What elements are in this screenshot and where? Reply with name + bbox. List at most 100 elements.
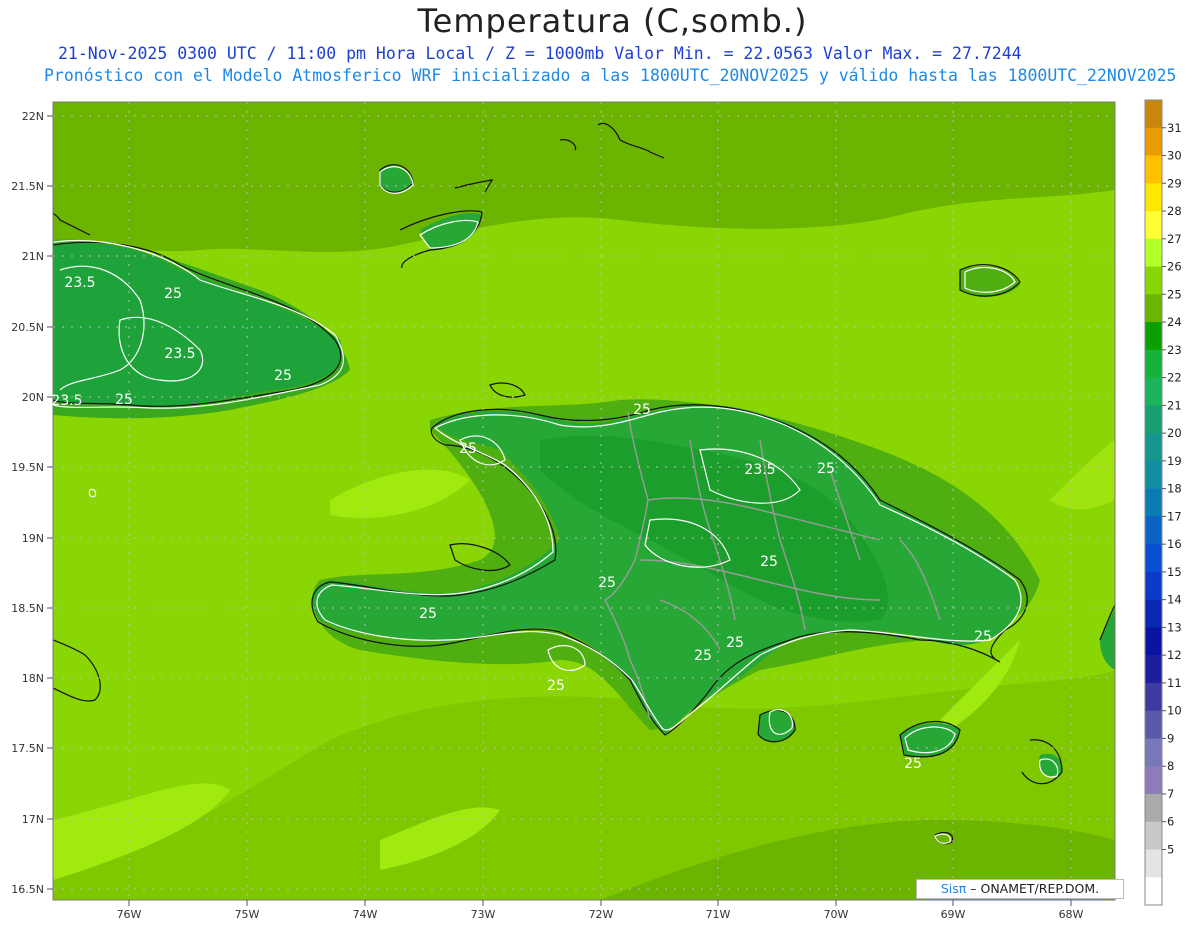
lon-tick-label: 69W [941, 908, 966, 921]
colorbar-level-label: 12 [1167, 648, 1182, 662]
contour-label: 25 [419, 606, 437, 622]
colorbar-level-label: 6 [1167, 815, 1174, 829]
lon-tick-label: 75W [235, 908, 260, 921]
lon-tick-label: 68W [1059, 908, 1084, 921]
colorbar-level-label: 25 [1167, 287, 1182, 301]
temperature-colorbar: 31 30 29 28 27 26 25 24 23 22 21 20 19 18 17 16 15 14 13 12… [1144, 99, 1182, 906]
contour-label: 25 [974, 629, 992, 645]
credit-text: – ONAMET/REP.DOM. [966, 881, 1100, 896]
contour-label: 25 [598, 575, 616, 591]
colorbar-swatch [1145, 627, 1162, 656]
contour-label: 25 [115, 392, 133, 408]
colorbar-swatch [1145, 488, 1162, 517]
colorbar-swatch [1145, 211, 1162, 240]
contour-label: 25 [459, 441, 477, 457]
contour-label: 25 [633, 402, 651, 418]
colorbar-swatch [1145, 766, 1162, 795]
lon-tick-label: 76W [117, 908, 142, 921]
lat-tick-label: 18N [22, 672, 44, 685]
lat-tick-label: 21N [22, 250, 44, 263]
contour-label: 23.5 [64, 275, 95, 291]
colorbar-level-label: 13 [1167, 620, 1182, 634]
colorbar-swatch [1145, 349, 1162, 378]
colorbar-swatch [1145, 405, 1162, 434]
colorbar-swatch [1145, 599, 1162, 628]
colorbar-swatch [1145, 433, 1162, 462]
colorbar-swatch [1145, 238, 1162, 267]
colorbar-level-label: 22 [1167, 371, 1182, 385]
lon-tick-label: 71W [706, 908, 731, 921]
run-info-line: 21-Nov-2025 0300 UTC / 11:00 pm Hora Loc… [58, 44, 1022, 63]
colorbar-swatch [1145, 516, 1162, 545]
colorbar-swatch [1145, 266, 1162, 295]
contour-label: 25 [164, 286, 182, 302]
lon-tick-label: 73W [471, 908, 496, 921]
colorbar-swatch [1145, 849, 1162, 878]
colorbar-level-label: 14 [1167, 593, 1182, 607]
contour-label: 25 [547, 678, 565, 694]
colorbar-level-label: 5 [1167, 842, 1174, 856]
contour-label: 23.5 [744, 462, 775, 478]
colorbar-swatch [1145, 460, 1162, 489]
colorbar-level-label: 7 [1167, 787, 1174, 801]
colorbar-swatch [1145, 571, 1162, 600]
colorbar-swatch [1145, 322, 1162, 351]
lon-tick-label: 74W [353, 908, 378, 921]
colorbar-swatch [1145, 127, 1162, 156]
colorbar-level-label: 24 [1167, 315, 1182, 329]
colorbar-level-label: 31 [1167, 121, 1182, 135]
colorbar-swatch [1145, 294, 1162, 323]
colorbar-level-label: 28 [1167, 204, 1182, 218]
colorbar-level-label: 27 [1167, 232, 1182, 246]
model-info-line: Pronóstico con el Modelo Atmosferico WRF… [44, 66, 1177, 85]
forecast-map: 23.5 25 23.5 25 23.5 25 25 25 23.5 25 25 25 25 25 25 25… [0, 95, 1200, 927]
lat-tick-label: 21.5N [11, 180, 44, 193]
map-title: Temperatura (C,somb.) [417, 2, 808, 40]
colorbar-level-label: 9 [1167, 731, 1174, 745]
colorbar-swatch [1145, 100, 1162, 129]
lat-tick-label: 20.5N [11, 321, 44, 334]
colorbar-level-label: 10 [1167, 704, 1182, 718]
colorbar-swatch [1145, 183, 1162, 212]
lat-tick-label: 19N [22, 532, 44, 545]
colorbar-level-label: 15 [1167, 565, 1182, 579]
lon-tick-label: 72W [589, 908, 614, 921]
lat-tick-label: 18.5N [11, 602, 44, 615]
colorbar-swatch [1145, 877, 1162, 906]
colorbar-level-label: 18 [1167, 482, 1182, 496]
lat-tick-label: 17.5N [11, 742, 44, 755]
colorbar-swatch [1145, 710, 1162, 739]
contour-label: 25 [904, 756, 922, 772]
colorbar-level-label: 29 [1167, 176, 1182, 190]
credit-box: Sisπ – ONAMET/REP.DOM. [916, 879, 1124, 899]
colorbar-swatch [1145, 155, 1162, 184]
colorbar-swatch [1145, 821, 1162, 850]
contour-label: 23.5 [164, 346, 195, 362]
contour-label: 25 [817, 461, 835, 477]
contour-label: 25 [274, 368, 292, 384]
lat-tick-label: 19.5N [11, 461, 44, 474]
lat-tick-label: 17N [22, 813, 44, 826]
colorbar-swatch [1145, 793, 1162, 823]
contour-label: 25 [726, 635, 744, 651]
temperature-field [53, 102, 1115, 900]
lon-tick-label: 70W [824, 908, 849, 921]
colorbar-level-label: 16 [1167, 537, 1182, 551]
colorbar-swatch [1145, 655, 1162, 684]
colorbar-level-label: 20 [1167, 426, 1182, 440]
colorbar-swatch [1145, 682, 1162, 711]
contour-label: 25 [694, 648, 712, 664]
colorbar-level-label: 21 [1167, 398, 1182, 412]
colorbar-level-label: 23 [1167, 343, 1182, 357]
colorbar-level-label: 17 [1167, 509, 1182, 523]
colorbar-swatch [1145, 377, 1162, 406]
colorbar-level-label: 11 [1167, 676, 1182, 690]
colorbar-swatch [1145, 738, 1162, 767]
contour-label: 25 [760, 554, 778, 570]
colorbar-swatch [1145, 544, 1162, 573]
lat-tick-label: 16.5N [11, 883, 44, 896]
colorbar-level-label: 8 [1167, 759, 1174, 773]
lat-tick-label: 22N [22, 110, 44, 123]
sispi-brand: Sisπ [940, 881, 967, 896]
contour-label: 23.5 [51, 393, 82, 409]
